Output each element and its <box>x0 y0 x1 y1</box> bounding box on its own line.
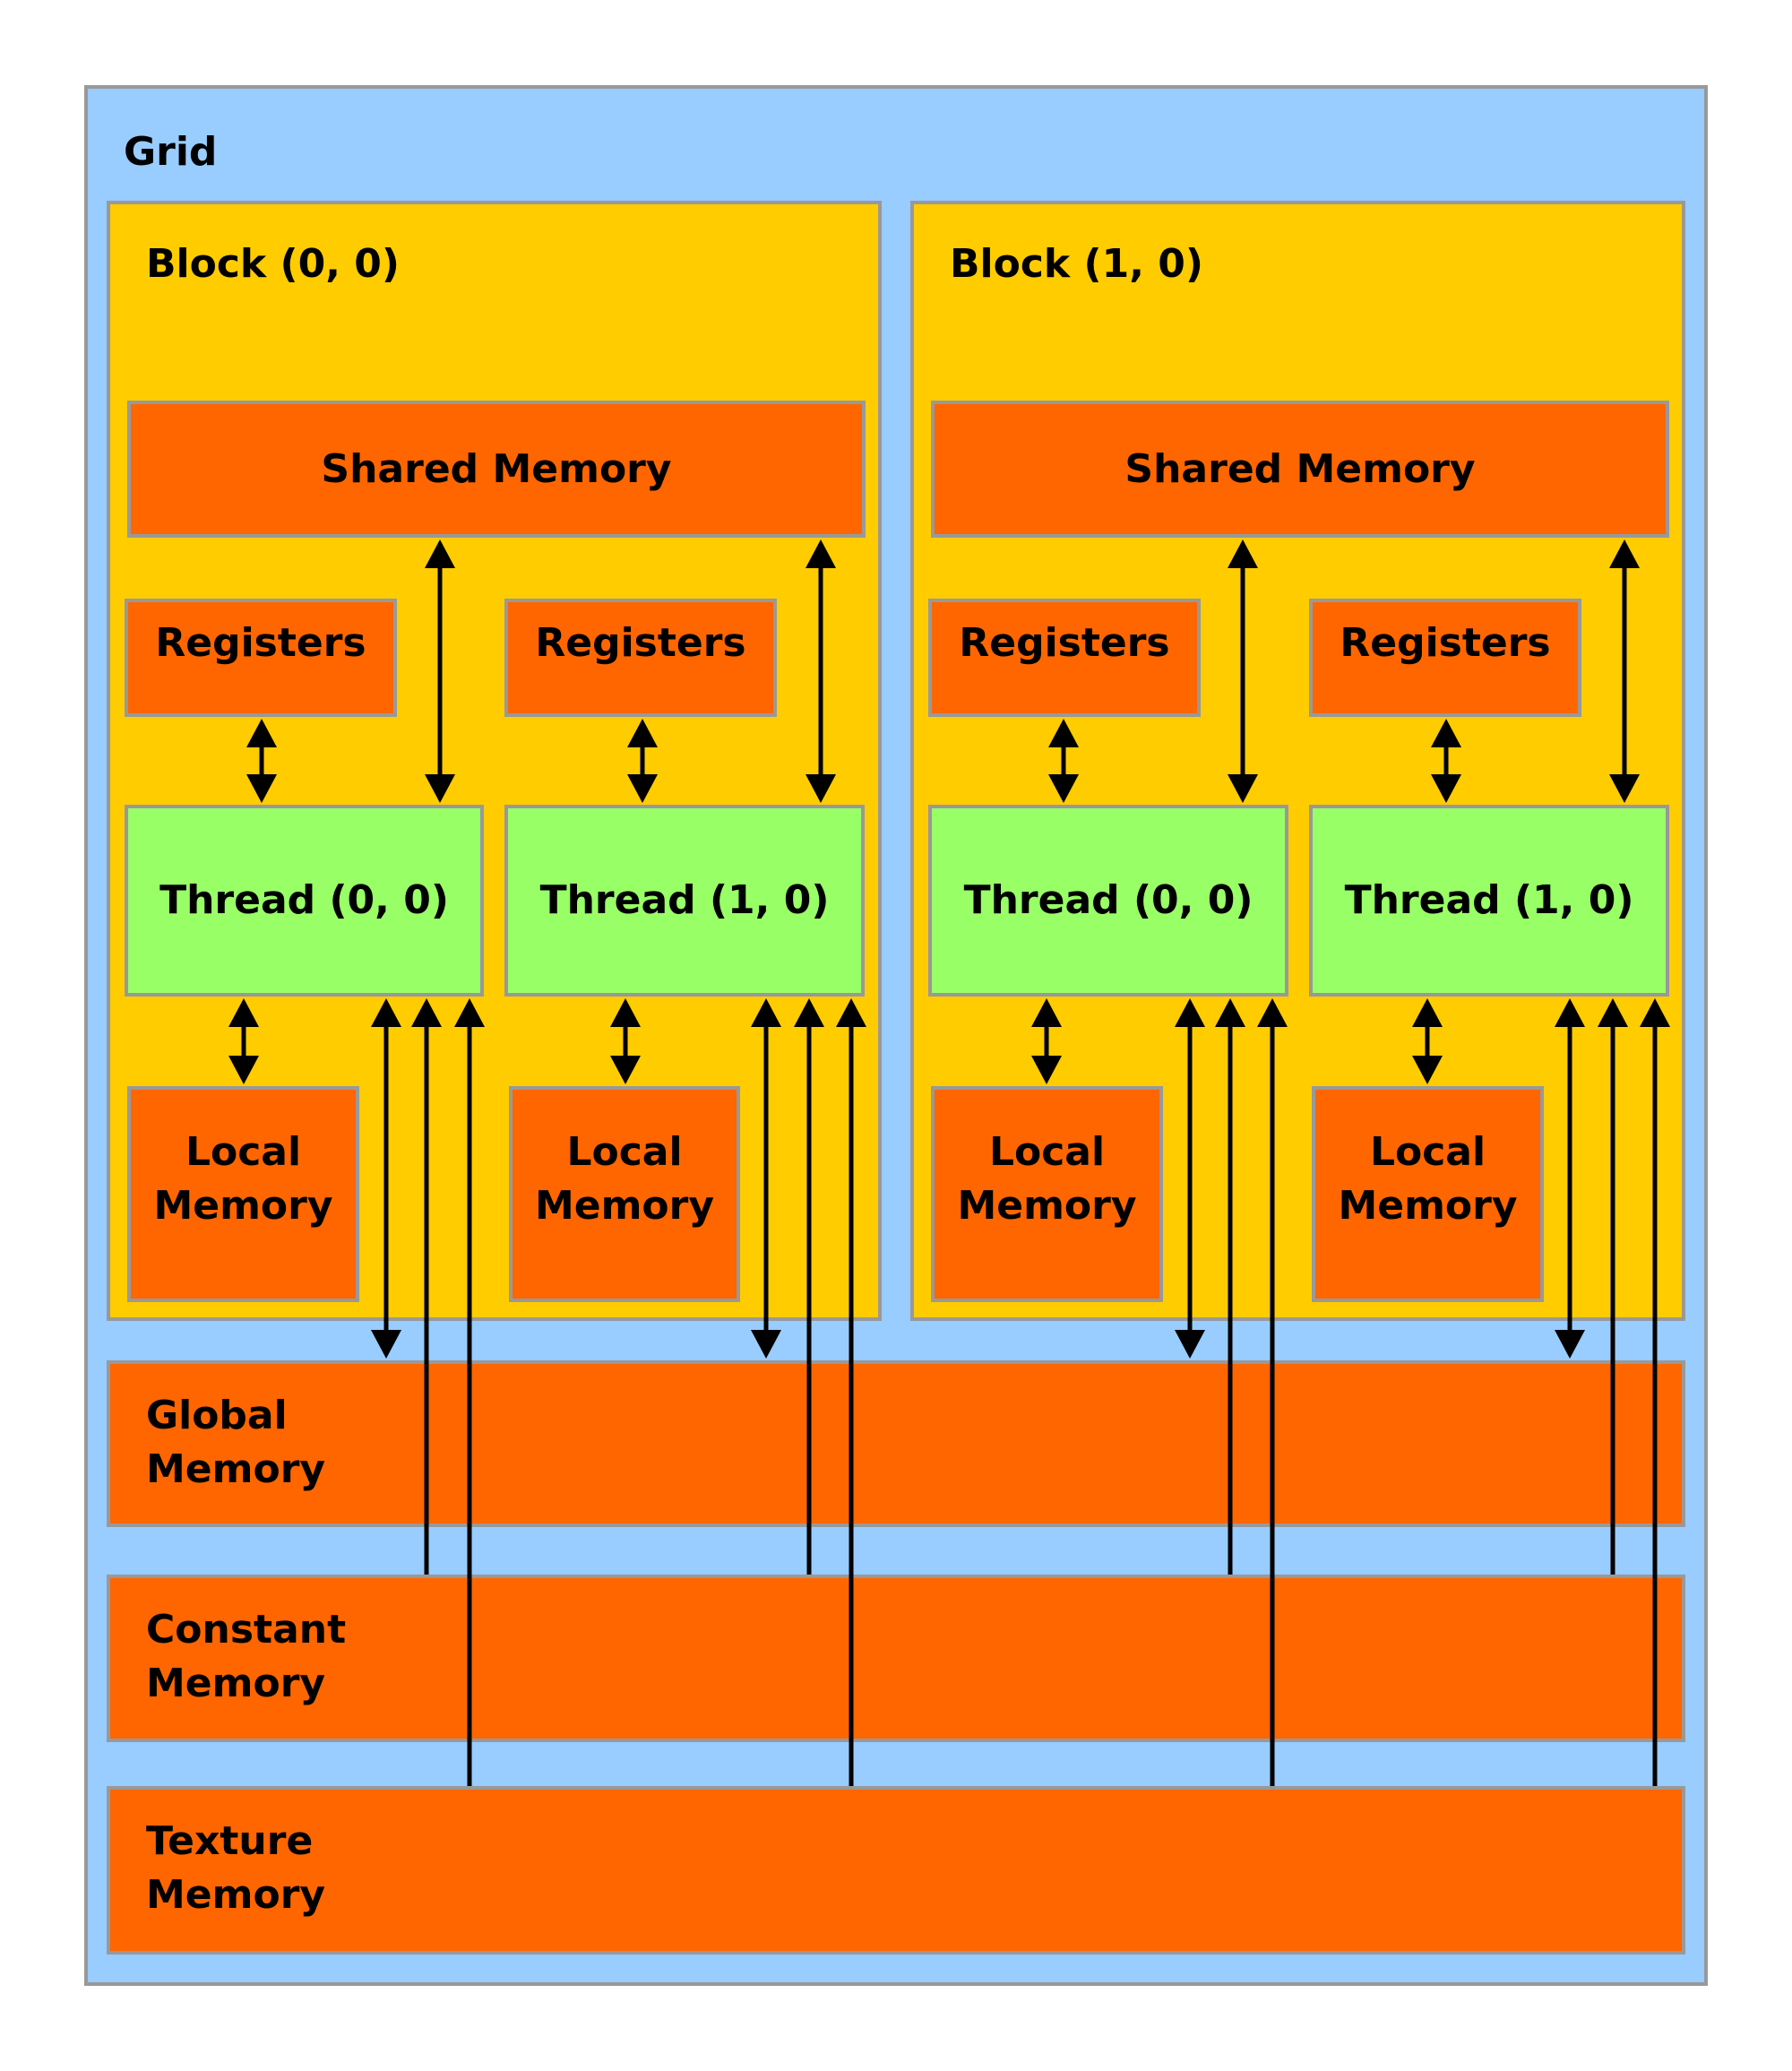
registers-label: Registers <box>959 620 1170 666</box>
block-1-0-thread-1-registers: Registers <box>1309 599 1581 717</box>
block-0-0-thread-1-registers: Registers <box>504 599 777 717</box>
local-memory-label-line1: Local <box>988 1129 1106 1175</box>
registers-label: Registers <box>535 620 746 666</box>
local-memory-label-line2: Memory <box>153 1183 333 1229</box>
block-0-0-thread-0-registers: Registers <box>125 599 397 717</box>
local-memory-label-line1: Local <box>185 1129 302 1175</box>
shared-memory-label: Shared Memory <box>321 445 672 492</box>
local-memory-label-line2: Memory <box>534 1183 715 1229</box>
registers-label: Registers <box>155 620 366 666</box>
block-1-0-thread-1-0: Thread (1, 0) <box>1309 805 1669 997</box>
block-0-0-thread-1-local-memory: Local Memory <box>509 1086 740 1302</box>
thread-label: Thread (1, 0) <box>1344 877 1634 923</box>
block-1-0-thread-0-local-memory: Local Memory <box>931 1086 1163 1302</box>
local-memory-label-line1: Local <box>566 1129 683 1175</box>
constant-memory-label-line1: Constant <box>146 1607 347 1652</box>
local-memory-label-line2: Memory <box>957 1183 1137 1229</box>
grid-label: Grid <box>124 129 218 175</box>
thread-label: Thread (0, 0) <box>963 877 1254 923</box>
block-1-0-thread-0-0: Thread (0, 0) <box>928 805 1288 997</box>
block-0-0-thread-0-local-memory: Local Memory <box>127 1086 359 1302</box>
block-0-0-thread-1-0: Thread (1, 0) <box>504 805 865 997</box>
block-1-0-shared-memory: Shared Memory <box>931 401 1669 538</box>
thread-label: Thread (0, 0) <box>159 877 449 923</box>
block-0-0-thread-0-0: Thread (0, 0) <box>125 805 484 997</box>
local-memory-label-line1: Local <box>1369 1129 1486 1175</box>
block-0-0-shared-memory: Shared Memory <box>127 401 866 538</box>
block-1-0-label: Block (1, 0) <box>950 241 1203 287</box>
shared-memory-label: Shared Memory <box>1124 445 1476 492</box>
texture-memory: Texture Memory <box>107 1786 1685 1955</box>
block-1-0-thread-1-local-memory: Local Memory <box>1312 1086 1544 1302</box>
local-memory-label-line2: Memory <box>1338 1183 1518 1229</box>
block-0-0-label: Block (0, 0) <box>146 241 400 287</box>
constant-memory-label-line2: Memory <box>146 1661 326 1706</box>
texture-memory-label-line2: Memory <box>146 1872 326 1918</box>
global-memory-label-line1: Global <box>146 1393 288 1438</box>
global-memory: Global Memory <box>107 1360 1685 1527</box>
global-memory-label-line2: Memory <box>146 1446 326 1492</box>
texture-memory-label-line1: Texture <box>146 1818 314 1864</box>
thread-label: Thread (1, 0) <box>539 877 830 923</box>
registers-label: Registers <box>1340 620 1551 666</box>
block-1-0-thread-0-registers: Registers <box>928 599 1201 717</box>
constant-memory: Constant Memory <box>107 1575 1685 1742</box>
